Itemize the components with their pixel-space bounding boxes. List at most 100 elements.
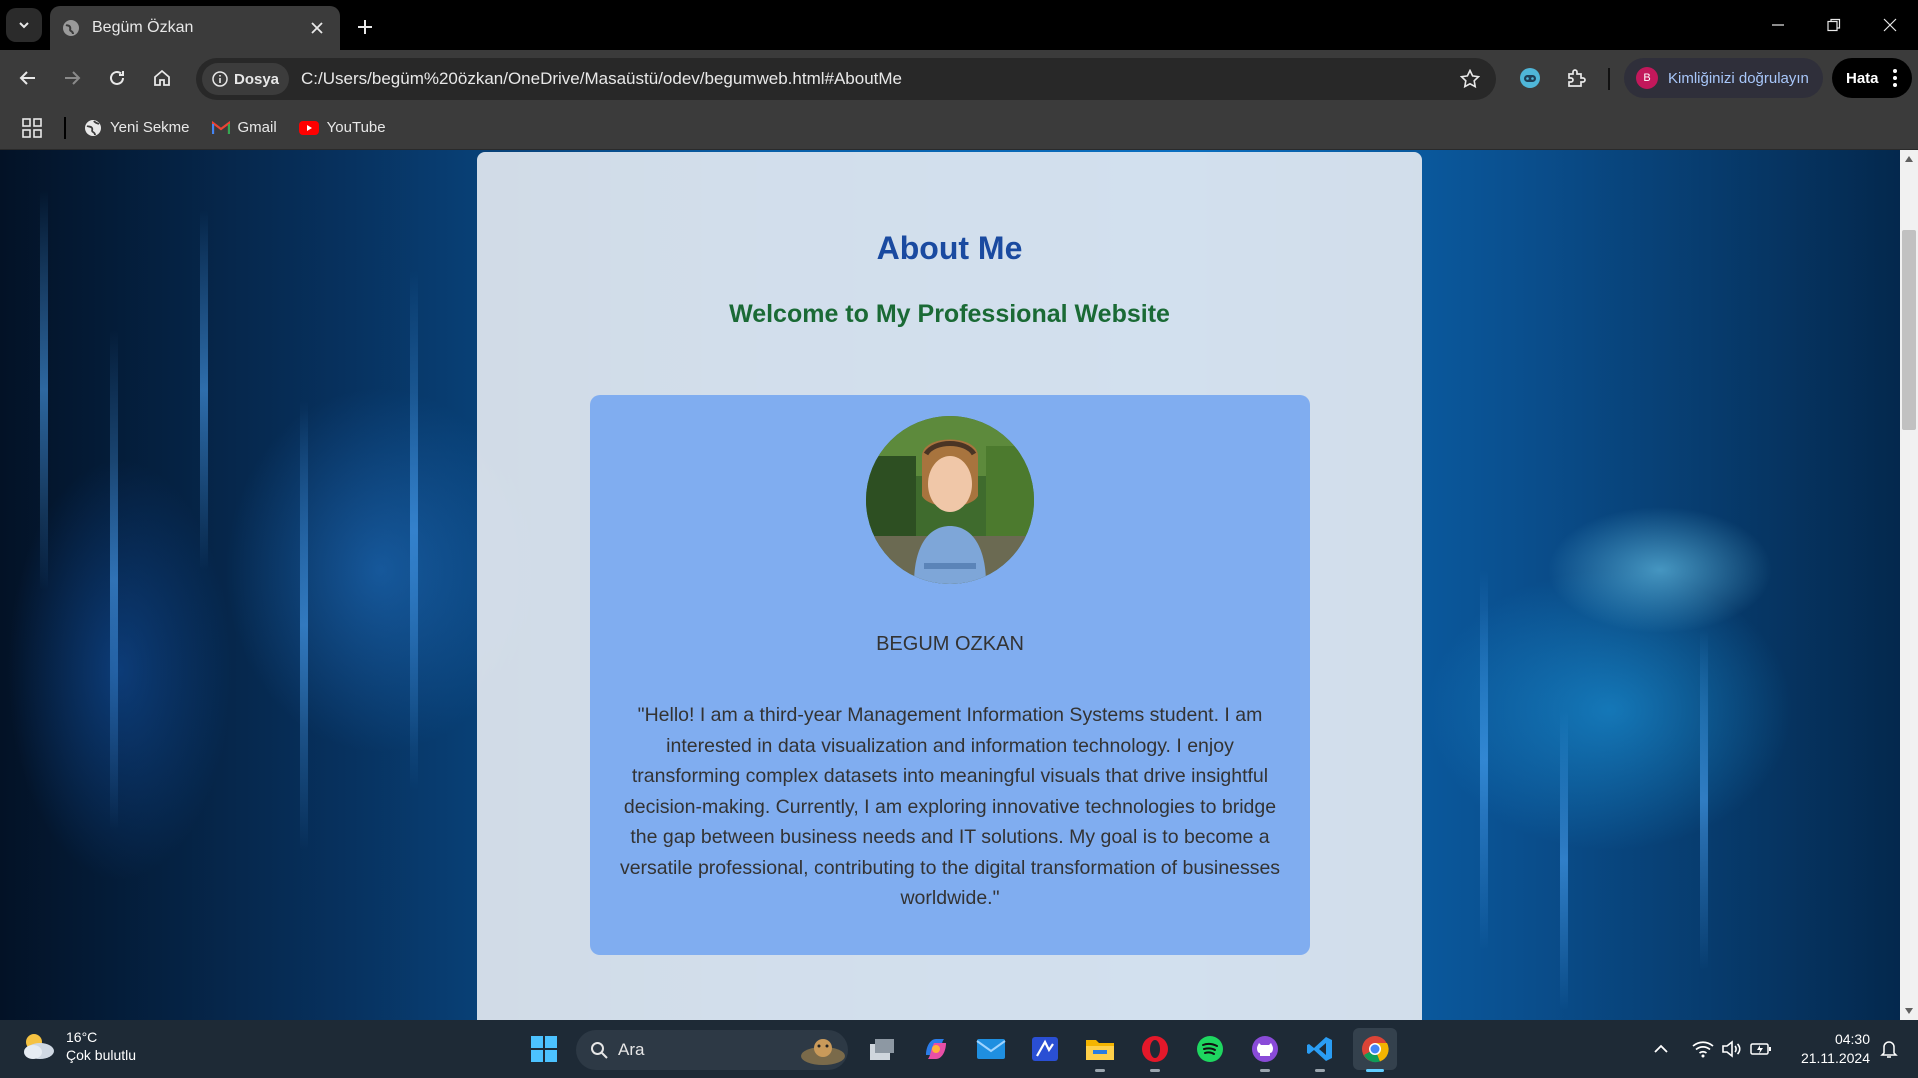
error-menu-button[interactable]: Hata xyxy=(1832,58,1912,98)
home-button[interactable] xyxy=(144,60,180,96)
clock-time: 04:30 xyxy=(1834,1031,1870,1047)
reload-button[interactable] xyxy=(99,60,135,96)
task-view-button[interactable] xyxy=(860,1028,904,1070)
tab-search-button[interactable] xyxy=(6,8,42,42)
vscode-app[interactable] xyxy=(1298,1028,1342,1072)
extension-game-button[interactable] xyxy=(1512,60,1548,96)
background-decoration xyxy=(1700,630,1708,970)
triangle-down-icon xyxy=(1905,1008,1913,1014)
file-explorer-app[interactable] xyxy=(1078,1028,1122,1072)
triangle-up-icon xyxy=(1905,156,1913,162)
address-bar[interactable]: Dosya C:/Users/begüm%20özkan/OneDrive/Ma… xyxy=(196,58,1496,100)
folder-icon xyxy=(1086,1040,1114,1060)
back-button[interactable] xyxy=(10,60,46,96)
puzzle-icon xyxy=(1568,69,1586,87)
more-vert-icon xyxy=(1892,69,1897,87)
globe-icon xyxy=(63,20,79,36)
system-clock[interactable]: 04:30 21.11.2024 xyxy=(1790,1030,1870,1068)
background-decoration xyxy=(1480,570,1488,950)
apps-grid-icon[interactable] xyxy=(22,117,42,138)
page-title: About Me xyxy=(876,230,1023,266)
search-icon xyxy=(591,1042,608,1059)
bookmark-label: YouTube xyxy=(326,119,386,136)
restore-icon xyxy=(1827,18,1841,32)
profile-card: BEGUM OZKAN "Hello! I am a third-year Ma… xyxy=(590,395,1310,955)
tab-active[interactable]: Begüm Özkan xyxy=(50,6,340,50)
github-app[interactable] xyxy=(1243,1028,1287,1072)
screen: Begüm Özkan Dosya C:/Users/begüm%20özkan… xyxy=(0,0,1918,1078)
page-scrollbar[interactable] xyxy=(1900,150,1918,1020)
background-decoration xyxy=(300,400,308,850)
bookmark-gmail[interactable]: Gmail xyxy=(211,119,277,136)
globe-icon xyxy=(85,119,101,136)
scroll-down-button[interactable] xyxy=(1900,1002,1918,1020)
running-indicator xyxy=(1315,1069,1325,1072)
close-icon xyxy=(1883,18,1897,32)
bookmark-star-button[interactable] xyxy=(1450,59,1490,99)
editor-app[interactable] xyxy=(1023,1028,1067,1070)
cloudy-weather-icon xyxy=(24,1034,54,1059)
scroll-up-button[interactable] xyxy=(1900,150,1918,168)
clock-date: 21.11.2024 xyxy=(1800,1050,1870,1066)
background-decoration xyxy=(110,330,118,830)
restore-button[interactable] xyxy=(1806,0,1862,50)
avatar: B xyxy=(1636,67,1658,89)
bookmark-label: Yeni Sekme xyxy=(110,119,190,136)
spotify-app[interactable] xyxy=(1188,1028,1232,1070)
battery-button[interactable] xyxy=(1748,1034,1774,1064)
profile-photo xyxy=(866,416,1034,584)
tab-close-button[interactable] xyxy=(306,17,328,39)
scrollbar-thumb[interactable] xyxy=(1902,230,1916,430)
background-decoration xyxy=(410,270,418,790)
bookmark-yeni-sekme[interactable]: Yeni Sekme xyxy=(84,119,190,137)
volume-button[interactable] xyxy=(1718,1034,1744,1064)
search-highlight-icon xyxy=(801,1039,845,1065)
weather-temp: 16°C xyxy=(66,1029,98,1045)
taskbar-search[interactable]: Ara xyxy=(576,1030,848,1070)
profile-photo-illustration xyxy=(866,416,1034,584)
profile-name: BEGUM OZKAN xyxy=(876,633,1024,655)
bookmark-youtube[interactable]: YouTube xyxy=(298,119,386,136)
background-decoration xyxy=(200,210,208,570)
minimize-button[interactable] xyxy=(1750,0,1806,50)
browser-toolbar: Dosya C:/Users/begüm%20özkan/OneDrive/Ma… xyxy=(0,50,1918,106)
chevron-up-icon xyxy=(1654,1044,1668,1053)
background-decoration xyxy=(40,190,48,590)
notifications-button[interactable] xyxy=(1876,1034,1902,1064)
window-close-button[interactable] xyxy=(1862,0,1918,50)
error-label: Hata xyxy=(1846,69,1879,87)
reload-icon xyxy=(110,70,124,85)
running-indicator xyxy=(1260,1069,1270,1072)
site-info-chip[interactable]: Dosya xyxy=(202,63,290,95)
youtube-icon xyxy=(298,120,319,135)
url-text[interactable]: C:/Users/begüm%20özkan/OneDrive/Masaüstü… xyxy=(301,69,1450,89)
running-indicator xyxy=(1150,1069,1160,1072)
tab-strip: Begüm Özkan xyxy=(0,0,1918,50)
info-icon xyxy=(212,71,228,87)
wifi-button[interactable] xyxy=(1690,1034,1716,1064)
bookmarks-bar: Yeni Sekme Gmail YouTube xyxy=(0,106,1918,150)
chrome-app[interactable] xyxy=(1353,1028,1397,1072)
weather-widget[interactable]: 16°C Çok bulutlu xyxy=(20,1028,136,1064)
new-tab-button[interactable] xyxy=(350,12,380,42)
mail-icon xyxy=(976,1039,1006,1059)
search-label: Ara xyxy=(618,1040,645,1059)
speaker-icon xyxy=(1722,1040,1741,1058)
battery-charging-icon xyxy=(1750,1043,1771,1055)
mail-app[interactable] xyxy=(969,1028,1013,1070)
forward-button[interactable] xyxy=(54,60,90,96)
gmail-icon xyxy=(211,120,230,134)
copilot-icon xyxy=(926,1039,946,1059)
start-button[interactable] xyxy=(522,1028,566,1070)
weather-desc: Çok bulutlu xyxy=(66,1047,137,1063)
extensions-button[interactable] xyxy=(1558,60,1594,96)
close-icon xyxy=(311,22,323,34)
background-decoration xyxy=(1560,710,1568,1010)
show-hidden-icons-button[interactable] xyxy=(1648,1034,1674,1064)
copilot-app[interactable] xyxy=(914,1028,958,1070)
vscode-icon xyxy=(1307,1037,1332,1061)
chevron-down-icon xyxy=(19,22,29,29)
profile-button[interactable]: B Kimliğinizi doğrulayın xyxy=(1624,58,1823,98)
toolbar-divider xyxy=(1608,68,1610,90)
opera-app[interactable] xyxy=(1133,1028,1177,1072)
